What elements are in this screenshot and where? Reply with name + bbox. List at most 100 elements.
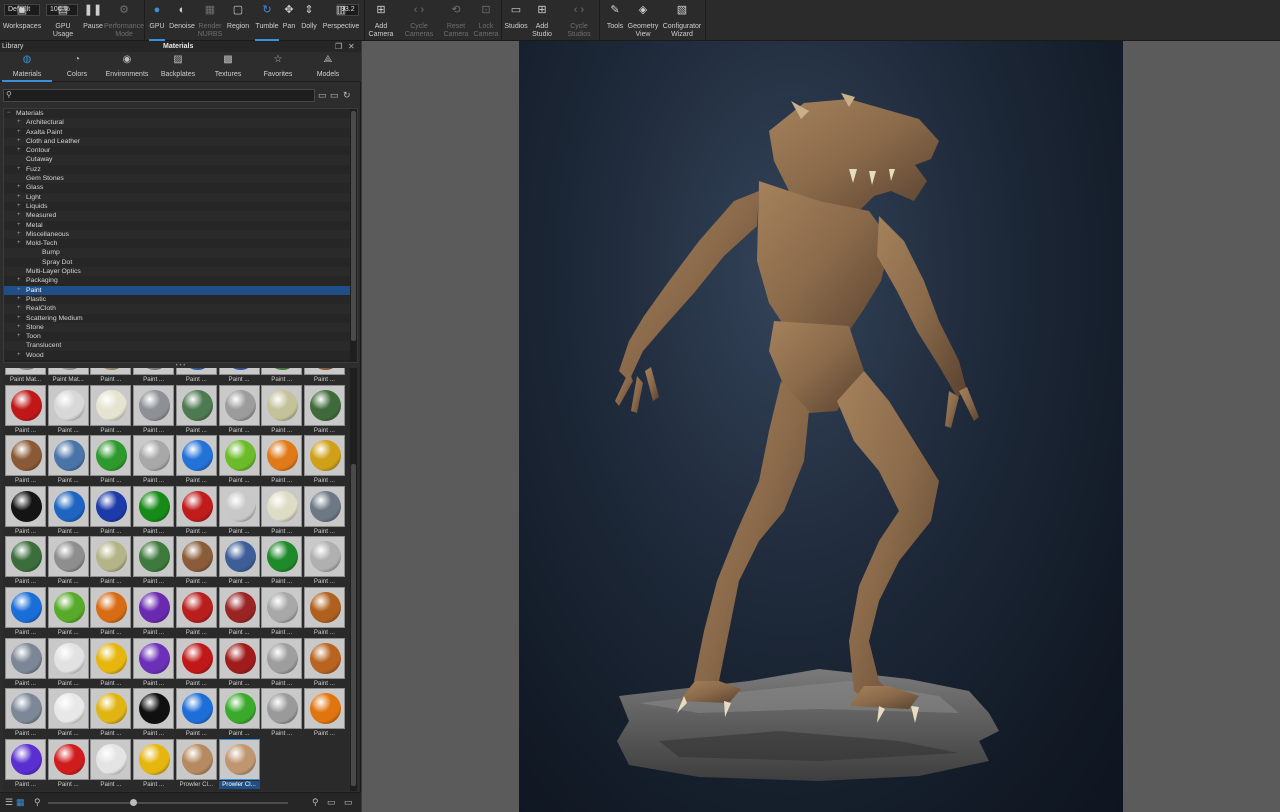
material-swatch[interactable]: Paint ... [133,435,175,485]
material-swatch[interactable]: Paint ... [303,536,345,586]
grid-view-icon[interactable]: ▦ [16,797,25,808]
material-swatch[interactable]: Paint ... [133,485,175,536]
render-frame[interactable] [519,41,1123,812]
render-nurbs-button[interactable]: ▦ Render NURBS [198,2,223,38]
tumble-button[interactable]: ↻ Tumble [254,2,280,41]
library-search-input[interactable] [3,89,315,102]
material-swatch[interactable]: Paint ... [218,688,260,738]
performance-mode-button[interactable]: ⚙ Performance Mode [104,2,144,38]
pause-button[interactable]: ❚❚ Pause [83,2,103,38]
geometry-view-button[interactable]: ◈ Geometry View [628,2,659,38]
material-swatch[interactable]: Paint ... [5,536,46,586]
expand-icon[interactable]: + [17,332,21,341]
expand-icon[interactable]: + [17,193,21,202]
expand-icon[interactable]: + [17,128,21,137]
thumbnail-scrollbar-thumb[interactable] [351,464,356,786]
material-swatch[interactable]: Paint ... [133,587,175,637]
folder-icon[interactable]: ▭ [318,90,327,101]
zoom-in-icon[interactable]: ⚲ [312,797,319,808]
tree-item[interactable]: Cutaway [4,155,357,165]
material-swatch[interactable]: Paint ... [90,384,132,435]
material-swatch[interactable]: Paint ... [218,435,260,485]
tree-item[interactable]: + Plastic [4,294,357,305]
material-swatch[interactable]: Paint ... [218,536,260,586]
expand-icon[interactable]: + [17,351,21,360]
cycle-studios-button[interactable]: ‹ › Cycle Studios [564,2,594,38]
region-button[interactable]: ▢ Region [226,2,250,38]
close-icon[interactable]: ✕ [348,41,355,52]
material-swatch[interactable]: Paint ... [303,637,345,688]
tab-backplates[interactable]: ▨ Backplates [153,54,203,80]
float-panel-icon[interactable]: ❐ [335,41,342,52]
material-swatch[interactable]: Paint ... [261,435,303,485]
add-studio-button[interactable]: ⊞ Add Studio [530,2,554,38]
thumbnail-size-slider[interactable] [48,799,288,806]
tree-item[interactable]: + Toon [4,332,357,342]
material-swatch[interactable]: Paint Mat... [47,368,89,384]
tab-environments[interactable]: ◉ Environments [102,54,152,80]
material-swatch[interactable]: Paint ... [303,688,345,738]
material-swatch[interactable]: Paint ... [175,637,217,688]
tree-item[interactable]: + Cloth and Leather [4,136,357,147]
material-swatch[interactable]: Paint ... [175,384,217,435]
material-swatch[interactable]: Paint ... [47,536,89,586]
material-swatch[interactable]: Paint Mat... [5,368,46,384]
material-swatch[interactable]: Paint ... [90,587,132,637]
refresh-icon[interactable]: ↻ [343,90,351,101]
tree-scrollbar-thumb[interactable] [351,111,356,341]
material-swatch[interactable]: Paint ... [47,485,89,536]
material-swatch[interactable]: Paint ... [5,688,46,738]
material-swatch[interactable]: Paint ... [133,637,175,688]
expand-icon[interactable]: + [17,286,21,295]
material-swatch[interactable]: Paint ... [5,637,46,688]
material-swatch[interactable]: Paint ... [303,368,345,384]
material-swatch[interactable]: Paint ... [133,536,175,586]
tab-colors[interactable]: ◔ Colors [52,54,102,80]
tree-item[interactable]: − Materials [4,109,357,119]
expand-icon[interactable]: + [17,304,21,313]
expand-icon[interactable]: + [17,314,21,323]
tree-item[interactable]: + Scattering Medium [4,313,357,323]
thumbnail-scrollbar[interactable] [350,368,357,791]
tree-item[interactable]: + Packaging [4,276,357,286]
material-swatch[interactable]: Paint ... [303,587,345,637]
material-swatch[interactable]: Prowler Cl... [218,738,260,789]
expand-icon[interactable]: + [17,276,21,285]
tree-item[interactable]: + Miscellaneous [4,229,357,240]
material-swatch[interactable]: Paint ... [5,738,46,789]
dolly-button[interactable]: ⇕ Dolly [298,2,320,38]
expand-icon[interactable]: + [17,165,21,174]
material-swatch[interactable]: Paint ... [47,384,89,435]
expand-icon[interactable]: + [17,137,21,146]
expand-icon[interactable]: + [17,323,21,332]
material-swatch[interactable]: Paint ... [90,485,132,536]
tree-item[interactable]: + Glass [4,183,357,193]
tree-item[interactable]: + Stone [4,322,357,333]
tree-item[interactable]: + Axalta Paint [4,127,357,137]
folder-add-icon[interactable]: ▭ [330,90,339,101]
material-swatch[interactable]: Paint ... [261,587,303,637]
material-swatch[interactable]: Paint ... [90,738,132,789]
tree-item[interactable]: + Wood [4,350,357,361]
folder-open-icon[interactable]: ▭ [327,797,336,808]
material-swatch[interactable]: Paint ... [90,435,132,485]
tree-item[interactable]: + Measured [4,211,357,221]
material-swatch[interactable]: Paint ... [90,368,132,384]
configurator-wizard-button[interactable]: ▧ Configurator Wizard [662,2,702,38]
material-swatch[interactable]: Paint ... [261,536,303,586]
tree-item[interactable]: Spray Dot [4,257,357,268]
add-to-scene-icon[interactable]: ▭ [344,797,353,808]
material-swatch[interactable]: Paint ... [218,587,260,637]
material-swatch[interactable]: Paint ... [175,435,217,485]
workspaces-button[interactable]: ▣ Workspaces [3,2,41,38]
zoom-out-icon[interactable]: ⚲ [34,797,41,808]
expand-icon[interactable]: + [17,295,21,304]
expand-icon[interactable]: + [17,221,21,230]
reset-camera-button[interactable]: ⟲ Reset Camera [441,2,471,38]
material-swatch[interactable]: Paint ... [47,587,89,637]
material-swatch[interactable]: Paint ... [90,536,132,586]
collapse-icon[interactable]: − [7,109,11,118]
expand-icon[interactable]: + [17,118,21,127]
tree-item[interactable]: Gem Stones [4,174,357,184]
material-swatch[interactable]: Paint ... [175,368,217,384]
